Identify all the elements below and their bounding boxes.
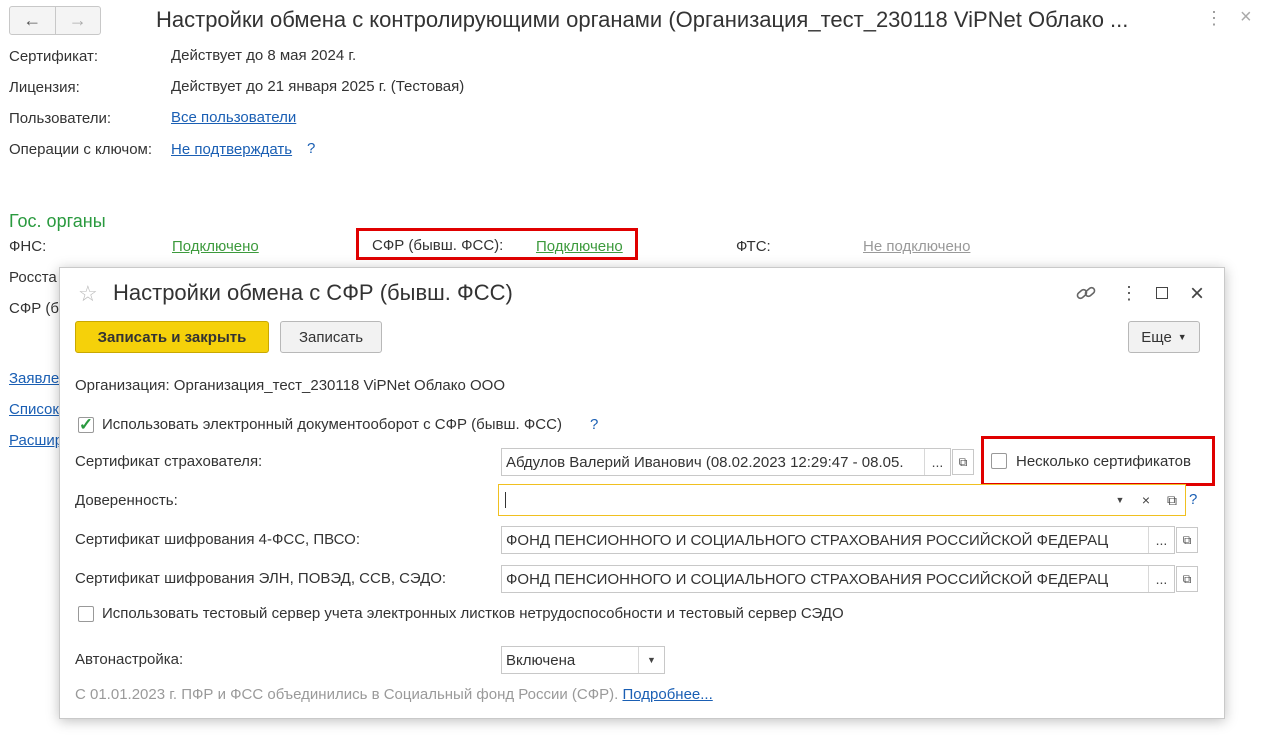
section-title-gov: Гос. органы [9,211,106,231]
fns-status-link[interactable]: Подключено [172,238,259,255]
enc-cert-4fss-field[interactable]: ФОНД ПЕНСИОННОГО И СОЦИАЛЬНОГО СТРАХОВАН… [501,526,1175,554]
use-edo-checkbox[interactable]: ✓ [78,415,94,434]
help-icon[interactable]: ? [307,140,315,157]
link-icon[interactable] [1075,283,1097,308]
more-info-link[interactable]: Подробнее... [622,686,712,703]
open-icon[interactable]: ⧉ [1176,566,1198,592]
dropdown-arrow-icon[interactable]: ▼ [1107,485,1133,515]
star-icon[interactable]: ☆ [78,281,98,307]
chevron-down-icon: ▼ [1177,332,1187,342]
maximize-icon[interactable] [1156,287,1168,299]
multi-cert-checkbox[interactable] [991,453,1007,469]
fts-label: ФТС: [736,238,771,255]
help-icon[interactable]: ? [590,416,598,433]
open-icon[interactable]: ⧉ [1159,485,1185,515]
select-button[interactable]: ... [1148,566,1174,592]
side-link-applications[interactable]: Заявле [9,370,59,387]
select-button[interactable]: ... [924,449,950,475]
test-server-label: Использовать тестовый сервер учета элект… [102,605,844,622]
fns-label: ФНС: [9,238,47,255]
proxy-input[interactable] [505,492,1107,508]
certificate-value: Действует до 8 мая 2024 г. [171,47,357,64]
rosstat-label: Росста [9,269,57,286]
key-ops-label: Операции с ключом: [9,141,153,158]
proxy-field[interactable]: ▼ × ⧉ [498,484,1186,516]
dialog-title: Настройки обмена с СФР (бывш. ФСС) [113,280,513,305]
arrow-left-icon: ← [23,10,42,30]
license-value: Действует до 21 января 2025 г. (Тестовая… [171,78,465,95]
sfr-status-link[interactable]: Подключено [536,238,623,255]
enc-cert-eln-label: Сертификат шифрования ЭЛН, ПОВЭД, ССВ, С… [75,570,447,587]
page-title: Настройки обмена с контролирующими орган… [156,7,1129,32]
more-label: Еще [1141,328,1172,346]
help-icon[interactable]: ? [1189,491,1197,508]
multi-cert-label: Несколько сертификатов [1016,453,1191,470]
users-link[interactable]: Все пользователи [171,109,296,126]
checkmark-icon: ✓ [78,415,94,434]
test-server-checkbox[interactable] [78,606,94,622]
sfr-label: СФР (бывш. ФСС): [372,237,504,254]
footer-note: С 01.01.2023 г. ПФР и ФСС объединились в… [75,686,713,703]
arrow-right-icon: → [68,10,87,30]
side-link-list[interactable]: Список [9,401,59,418]
organization-text: Организация: Организация_тест_230118 ViP… [75,377,505,394]
select-button[interactable]: ... [1148,527,1174,553]
insurer-cert-value: Абдулов Валерий Иванович (08.02.2023 12:… [506,453,904,471]
side-link-extended[interactable]: Расшир [9,432,63,449]
close-icon[interactable]: × [1240,6,1252,29]
fts-status-link[interactable]: Не подключено [863,238,970,255]
kebab-icon[interactable]: ⋮ [1120,283,1138,304]
insurer-cert-field[interactable]: Абдулов Валерий Иванович (08.02.2023 12:… [501,448,951,476]
users-label: Пользователи: [9,110,112,127]
dropdown-arrow-icon[interactable]: ▼ [638,647,664,673]
key-ops-link[interactable]: Не подтверждать [171,141,292,158]
enc-cert-eln-value: ФОНД ПЕНСИОННОГО И СОЦИАЛЬНОГО СТРАХОВАН… [506,570,1109,588]
autoconfig-select[interactable]: Включена ▼ [501,646,665,674]
clear-icon[interactable]: × [1133,485,1159,515]
enc-cert-4fss-value: ФОНД ПЕНСИОННОГО И СОЦИАЛЬНОГО СТРАХОВАН… [506,531,1109,549]
close-icon[interactable]: × [1190,280,1204,308]
enc-cert-4fss-label: Сертификат шифрования 4-ФСС, ПВСО: [75,531,360,548]
license-label: Лицензия: [9,79,80,96]
forward-button[interactable]: → [54,7,101,34]
save-and-close-button[interactable]: Записать и закрыть [75,321,269,353]
autoconfig-label: Автонастройка: [75,651,184,668]
autoconfig-value: Включена [506,651,576,669]
open-icon[interactable]: ⧉ [952,449,974,475]
more-button[interactable]: Еще ▼ [1128,321,1200,353]
certificate-label: Сертификат: [9,48,99,65]
proxy-label: Доверенность: [75,492,178,509]
footer-note-text: С 01.01.2023 г. ПФР и ФСС объединились в… [75,686,619,703]
sfr-row-label: СФР (б [9,300,59,317]
nav-buttons: ← → [9,6,101,35]
kebab-icon[interactable]: ⋮ [1205,8,1223,29]
enc-cert-eln-field[interactable]: ФОНД ПЕНСИОННОГО И СОЦИАЛЬНОГО СТРАХОВАН… [501,565,1175,593]
save-button[interactable]: Записать [280,321,382,353]
insurer-cert-label: Сертификат страхователя: [75,453,263,470]
open-icon[interactable]: ⧉ [1176,527,1198,553]
use-edo-label: Использовать электронный документооборот… [102,416,562,433]
back-button[interactable]: ← [10,7,55,34]
